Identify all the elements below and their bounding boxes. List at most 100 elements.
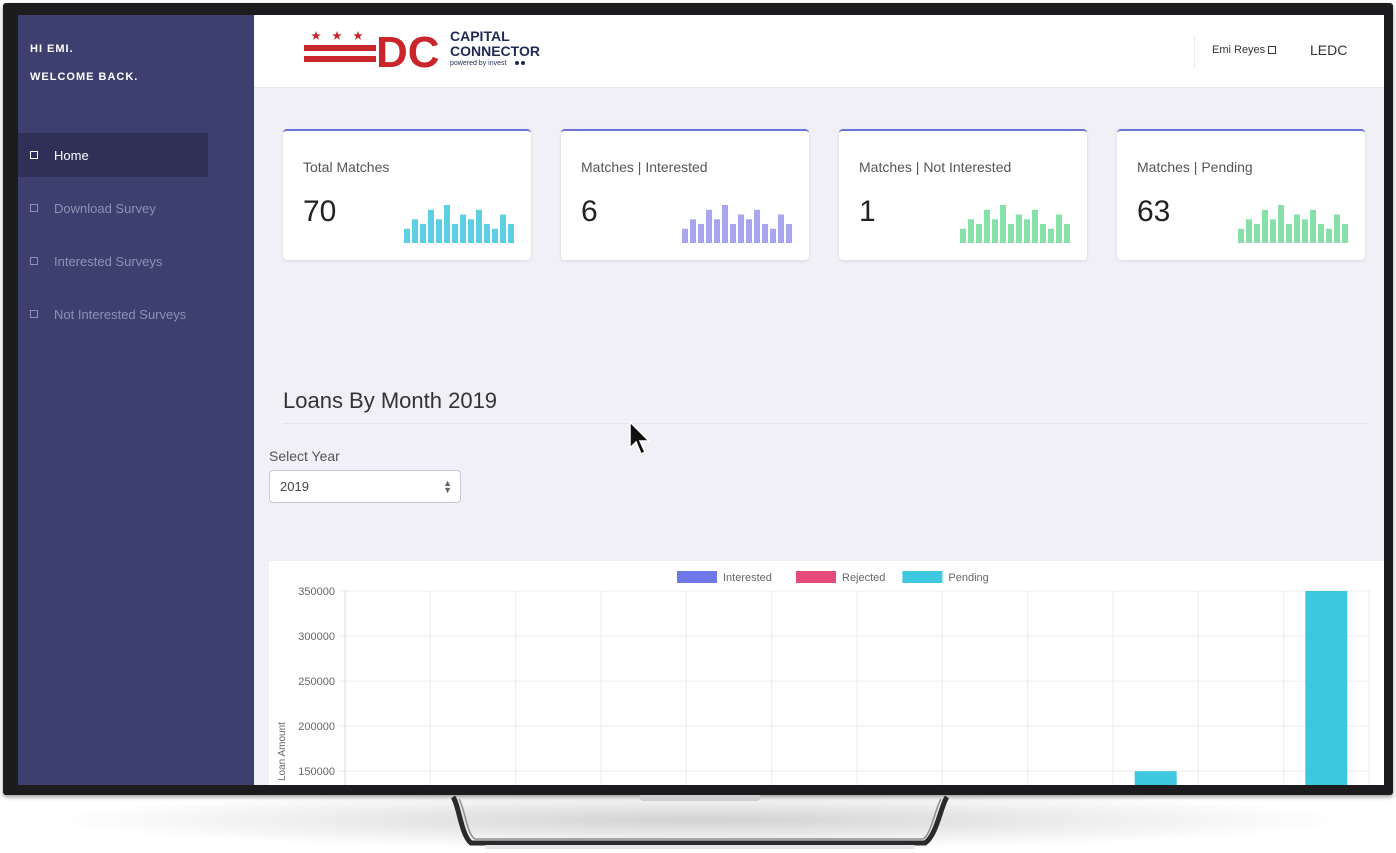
legend-swatch[interactable] bbox=[796, 571, 836, 583]
greeting-line-2: WELCOME BACK. bbox=[30, 71, 139, 83]
sparkline-bar bbox=[500, 214, 506, 243]
sparkline-bar bbox=[404, 228, 410, 243]
sparkline-bar bbox=[412, 219, 418, 243]
square-icon bbox=[30, 204, 38, 212]
sidebar-item-label: Download Survey bbox=[54, 200, 156, 216]
sparkline-bar bbox=[1326, 228, 1332, 243]
sparkline-bar bbox=[714, 219, 720, 243]
y-tick-label: 300000 bbox=[298, 631, 335, 643]
sparkline-bar bbox=[1246, 219, 1252, 243]
dc-capital-connector-logo[interactable]: DC CAPITAL CONNECTOR powered by invest bbox=[302, 27, 552, 73]
sidebar: HI EMI. WELCOME BACK. Home Download Surv… bbox=[18, 15, 254, 785]
sidebar-item-label: Home bbox=[54, 147, 89, 163]
divider bbox=[283, 423, 1368, 424]
sparkline-bar bbox=[984, 209, 990, 243]
sparkline-bar bbox=[1342, 224, 1348, 243]
loans-chart: 150000 200000 250000 300000 350000 Loan Amoun… bbox=[269, 561, 1384, 785]
square-icon bbox=[1268, 46, 1277, 54]
logo-letters: DC bbox=[376, 28, 440, 73]
loans-chart-svg: 150000 200000 250000 300000 350000 Loan Amoun… bbox=[277, 571, 1370, 785]
sparkline-bar bbox=[484, 224, 490, 243]
user-name: Emi Reyes bbox=[1212, 44, 1266, 56]
sparkline-bar bbox=[1008, 224, 1014, 243]
sparkline-bar bbox=[1270, 219, 1276, 243]
sparkline-bar bbox=[968, 219, 974, 243]
sidebar-item-home[interactable]: Home bbox=[18, 133, 208, 177]
card-matches-pending: Matches | Pending 63 bbox=[1117, 129, 1365, 260]
sparkline-bar bbox=[1318, 224, 1324, 243]
logo-line-2: CONNECTOR bbox=[450, 43, 540, 59]
legend-swatch[interactable] bbox=[902, 571, 943, 583]
sparkline-bar bbox=[762, 224, 768, 243]
sparkline-bars bbox=[1238, 205, 1348, 243]
card-matches-interested: Matches | Interested 6 bbox=[561, 129, 809, 260]
sparkline-bar bbox=[1302, 219, 1308, 243]
sparkline-bar bbox=[508, 224, 514, 243]
sparkline-bars bbox=[682, 205, 792, 243]
sparkline-bar bbox=[992, 219, 998, 243]
sparkline-bar bbox=[1254, 224, 1260, 243]
mouse-cursor-icon bbox=[629, 420, 651, 456]
sparkline-bar bbox=[706, 209, 712, 243]
sparkline-bar bbox=[460, 214, 466, 243]
card-value: 1 bbox=[859, 195, 876, 228]
sparkline-bar bbox=[1238, 228, 1244, 243]
chart-bar[interactable] bbox=[1134, 771, 1177, 785]
sparkline-bar bbox=[730, 224, 736, 243]
sparkline-bar bbox=[1016, 214, 1022, 243]
header-divider bbox=[1194, 35, 1195, 69]
sparkline-bar bbox=[452, 224, 458, 243]
year-select-value: 2019 bbox=[280, 479, 309, 494]
select-arrows-icon: ▲ ▼ bbox=[443, 478, 452, 495]
logo-line-1: CAPITAL bbox=[450, 28, 510, 44]
legend-label[interactable]: Pending bbox=[948, 572, 988, 584]
user-menu[interactable]: Emi Reyes bbox=[1212, 44, 1277, 56]
sparkline-bars bbox=[404, 205, 514, 243]
chart-bar[interactable] bbox=[1305, 591, 1348, 785]
sparkline-bar bbox=[698, 224, 704, 243]
greeting-line-1: HI EMI. bbox=[30, 43, 74, 55]
page-title: Loans By Month 2019 bbox=[283, 388, 498, 413]
square-icon bbox=[30, 257, 38, 265]
sparkline-bar bbox=[1000, 205, 1006, 243]
sparkline-bar bbox=[476, 209, 482, 243]
sparkline-bar bbox=[1278, 205, 1284, 243]
select-year-label: Select Year bbox=[269, 448, 340, 464]
year-select[interactable]: 2019 ▲ ▼ bbox=[269, 470, 461, 503]
legend-label[interactable]: Rejected bbox=[842, 572, 885, 584]
card-matches-not-interested: Matches | Not Interested 1 bbox=[839, 129, 1087, 260]
sparkline-bar bbox=[770, 228, 776, 243]
legend-swatch[interactable] bbox=[677, 571, 717, 583]
card-value: 70 bbox=[303, 195, 337, 228]
legend-label[interactable]: Interested bbox=[723, 572, 772, 584]
sparkline-bar bbox=[436, 219, 442, 243]
card-value: 6 bbox=[581, 195, 598, 228]
sparkline-bar bbox=[738, 214, 744, 243]
org-name[interactable]: LEDC bbox=[1310, 42, 1347, 58]
sparkline-bar bbox=[1294, 214, 1300, 243]
sparkline-bar bbox=[960, 228, 966, 243]
card-title: Matches | Not Interested bbox=[859, 159, 1012, 175]
sparkline-bar bbox=[976, 224, 982, 243]
sparkline-bar bbox=[786, 224, 792, 243]
y-tick-label: 350000 bbox=[298, 586, 335, 598]
sparkline-bar bbox=[754, 209, 760, 243]
card-title: Matches | Pending bbox=[1137, 159, 1253, 175]
sparkline-bar bbox=[1310, 209, 1316, 243]
y-tick-label: 150000 bbox=[298, 766, 335, 778]
sidebar-item-not-interested-surveys[interactable]: Not Interested Surveys bbox=[18, 292, 248, 336]
y-tick-label: 250000 bbox=[298, 676, 335, 688]
sparkline-bar bbox=[444, 205, 450, 243]
sparkline-bar bbox=[1334, 214, 1340, 243]
sparkline-bar bbox=[1040, 224, 1046, 243]
sidebar-item-download-survey[interactable]: Download Survey bbox=[18, 186, 208, 230]
sparkline-bar bbox=[1024, 219, 1030, 243]
tv-frame: HI EMI. WELCOME BACK. Home Download Surv… bbox=[3, 3, 1393, 795]
sparkline-bar bbox=[746, 219, 752, 243]
square-icon bbox=[30, 310, 38, 318]
square-icon bbox=[30, 151, 38, 159]
sidebar-item-interested-surveys[interactable]: Interested Surveys bbox=[18, 239, 208, 283]
sparkline-bar bbox=[428, 209, 434, 243]
sparkline-bar bbox=[492, 228, 498, 243]
header: DC CAPITAL CONNECTOR powered by invest E… bbox=[254, 15, 1384, 88]
